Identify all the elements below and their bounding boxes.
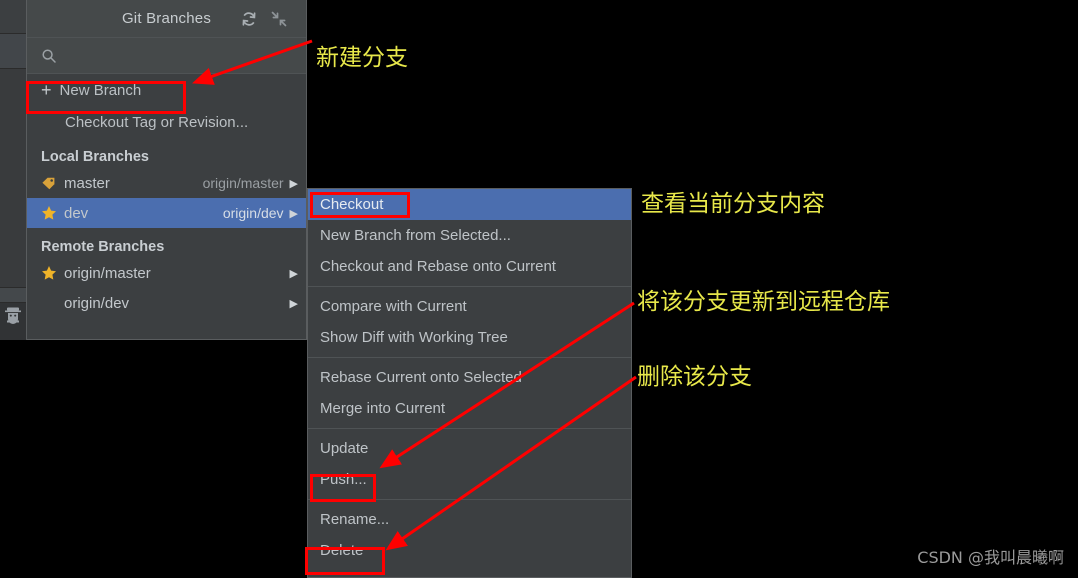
new-branch-action[interactable]: + New Branch <box>27 74 306 106</box>
menu-separator <box>308 357 631 358</box>
git-branches-popup: Git Branches + New Branch Checkout Tag o… <box>26 0 307 340</box>
screenshot-root: Git Branches + New Branch Checkout Tag o… <box>0 0 1078 578</box>
menu-item-compare-with-current[interactable]: Compare with Current <box>308 291 631 322</box>
chevron-right-icon: ▶ <box>289 177 298 190</box>
menu-item-label: New Branch from Selected... <box>320 227 511 244</box>
annotation-delete: 删除该分支 <box>637 364 752 390</box>
branch-context-menu: Checkout New Branch from Selected... Che… <box>307 188 632 578</box>
menu-item-label: Checkout <box>320 196 384 213</box>
menu-item-label: Compare with Current <box>320 298 467 315</box>
branch-name: dev <box>64 204 89 222</box>
branch-tracking: origin/master <box>202 175 284 191</box>
menu-item-rename[interactable]: Rename... <box>308 504 631 535</box>
menu-item-label: Rebase Current onto Selected <box>320 369 522 386</box>
ide-strip-segment <box>0 69 26 287</box>
chevron-right-icon: ▶ <box>289 267 298 280</box>
menu-separator <box>308 428 631 429</box>
star-icon <box>41 205 59 221</box>
menu-item-checkout-and-rebase-onto-current[interactable]: Checkout and Rebase onto Current <box>308 251 631 282</box>
menu-item-merge-into-current[interactable]: Merge into Current <box>308 393 631 424</box>
plus-icon: + <box>41 80 52 100</box>
checkout-tag-or-revision-action[interactable]: Checkout Tag or Revision... <box>27 106 306 138</box>
star-icon <box>41 265 59 281</box>
watermark: CSDN @我叫晨曦啊 <box>917 548 1064 567</box>
menu-item-label: Update <box>320 440 369 457</box>
branch-tracking: origin/dev <box>222 205 284 221</box>
ide-strip-segment <box>0 0 26 28</box>
ide-strip-segment <box>0 34 26 68</box>
menu-item-checkout[interactable]: Checkout <box>308 189 631 220</box>
popup-title: Git Branches <box>121 10 212 27</box>
branch-row[interactable]: dev origin/dev ▶ <box>27 198 306 228</box>
local-branches-header: Local Branches <box>41 149 149 165</box>
search-icon <box>41 48 57 64</box>
refresh-icon[interactable] <box>240 10 258 28</box>
menu-separator <box>308 499 631 500</box>
menu-item-delete[interactable]: Delete <box>308 535 631 566</box>
menu-item-label: Merge into Current <box>320 400 446 417</box>
menu-item-label: Delete <box>320 542 364 559</box>
menu-item-label: Push... <box>320 471 367 488</box>
branch-row[interactable]: origin/dev ▶ <box>27 288 306 318</box>
annotation-new-branch: 新建分支 <box>316 45 408 71</box>
menu-item-rebase-current-onto-selected[interactable]: Rebase Current onto Selected <box>308 362 631 393</box>
popup-title-bar: Git Branches <box>27 0 306 38</box>
menu-item-new-branch-from-selected[interactable]: New Branch from Selected... <box>308 220 631 251</box>
branch-name: origin/master <box>64 264 151 282</box>
branch-row[interactable]: master origin/master ▶ <box>27 168 306 198</box>
new-branch-label: New Branch <box>59 81 142 99</box>
menu-item-push[interactable]: Push... <box>308 464 631 495</box>
annotation-checkout: 查看当前分支内容 <box>641 191 825 217</box>
collapse-icon[interactable] <box>270 10 288 28</box>
annotation-push: 将该分支更新到远程仓库 <box>637 289 890 315</box>
menu-item-label: Show Diff with Working Tree <box>320 329 508 346</box>
tag-icon <box>41 176 59 191</box>
chevron-right-icon: ▶ <box>289 207 298 220</box>
menu-item-label: Checkout and Rebase onto Current <box>320 258 556 275</box>
branch-search-field[interactable] <box>27 38 306 74</box>
branch-row[interactable]: origin/master ▶ <box>27 258 306 288</box>
remote-branches-header: Remote Branches <box>41 239 165 255</box>
ide-strip-segment <box>0 288 26 302</box>
menu-item-show-diff-with-working-tree[interactable]: Show Diff with Working Tree <box>308 322 631 353</box>
menu-separator <box>308 286 631 287</box>
menu-item-update[interactable]: Update <box>308 433 631 464</box>
chevron-right-icon: ▶ <box>289 297 298 310</box>
ide-left-toolbar <box>0 0 26 340</box>
menu-item-label: Rename... <box>320 511 390 528</box>
user-avatar-icon[interactable] <box>3 305 23 325</box>
branch-name: master <box>64 174 110 192</box>
checkout-tag-label: Checkout Tag or Revision... <box>65 113 249 131</box>
branch-name: origin/dev <box>64 294 130 312</box>
